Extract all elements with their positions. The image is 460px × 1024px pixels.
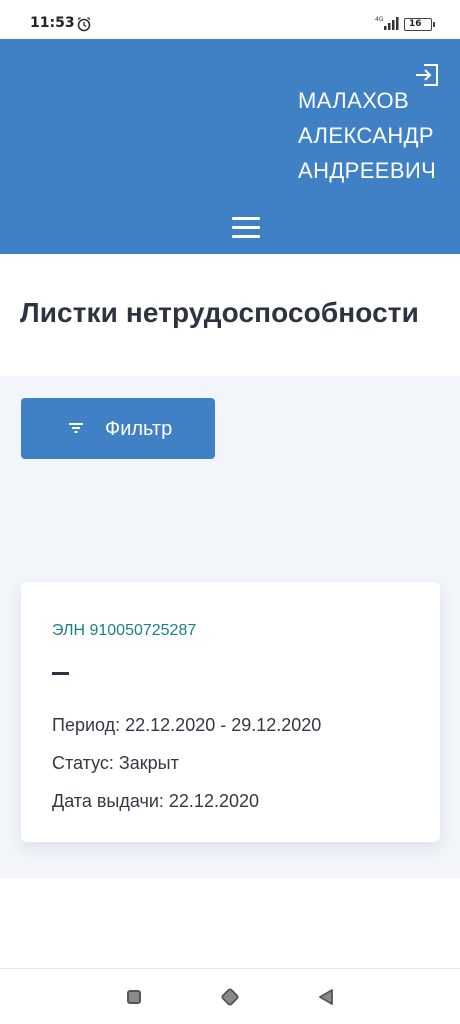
content-area: Фильтр ЭЛН 910050725287 Период: 22.12.20… [0, 376, 460, 878]
back-icon[interactable] [318, 988, 334, 1006]
filter-icon [69, 423, 83, 433]
alarm-icon [77, 16, 91, 32]
user-name-line: АЛЕКСАНДР [298, 123, 434, 148]
system-nav-bar [0, 968, 460, 1024]
card-title-link[interactable]: ЭЛН 910050725287 [52, 622, 196, 640]
filter-label: Фильтр [105, 418, 173, 440]
user-name-line: МАЛАХОВ [298, 88, 410, 113]
recent-apps-icon[interactable] [127, 990, 141, 1004]
card-issue-date: Дата выдачи: 22.12.2020 [52, 791, 259, 811]
card-subtitle-dash [52, 672, 69, 675]
user-name: МАЛАХОВ АЛЕКСАНДР АНДРЕЕВИЧ [298, 83, 458, 188]
user-name-line: АНДРЕЕВИЧ [298, 158, 437, 183]
home-icon[interactable] [220, 987, 240, 1007]
battery-icon: 16 [404, 18, 435, 31]
app-header: МАЛАХОВ АЛЕКСАНДР АНДРЕЕВИЧ [0, 39, 460, 254]
hamburger-menu-icon[interactable] [232, 215, 260, 241]
filter-button[interactable]: Фильтр [21, 398, 215, 459]
signal-icon: 4G [375, 16, 399, 30]
status-bar: 11:53 4G 16 [0, 0, 460, 40]
page-title: Листки нетрудоспособности [20, 297, 419, 328]
card-period: Период: 22.12.2020 - 29.12.2020 [52, 715, 322, 735]
title-area: Листки нетрудоспособности [0, 254, 460, 376]
network-type: 4G [375, 16, 384, 23]
battery-level: 16 [409, 19, 422, 29]
status-time: 11:53 [30, 15, 75, 31]
sick-leave-card: ЭЛН 910050725287 Период: 22.12.2020 - 29… [21, 582, 440, 842]
card-status: Статус: Закрыт [52, 753, 179, 773]
